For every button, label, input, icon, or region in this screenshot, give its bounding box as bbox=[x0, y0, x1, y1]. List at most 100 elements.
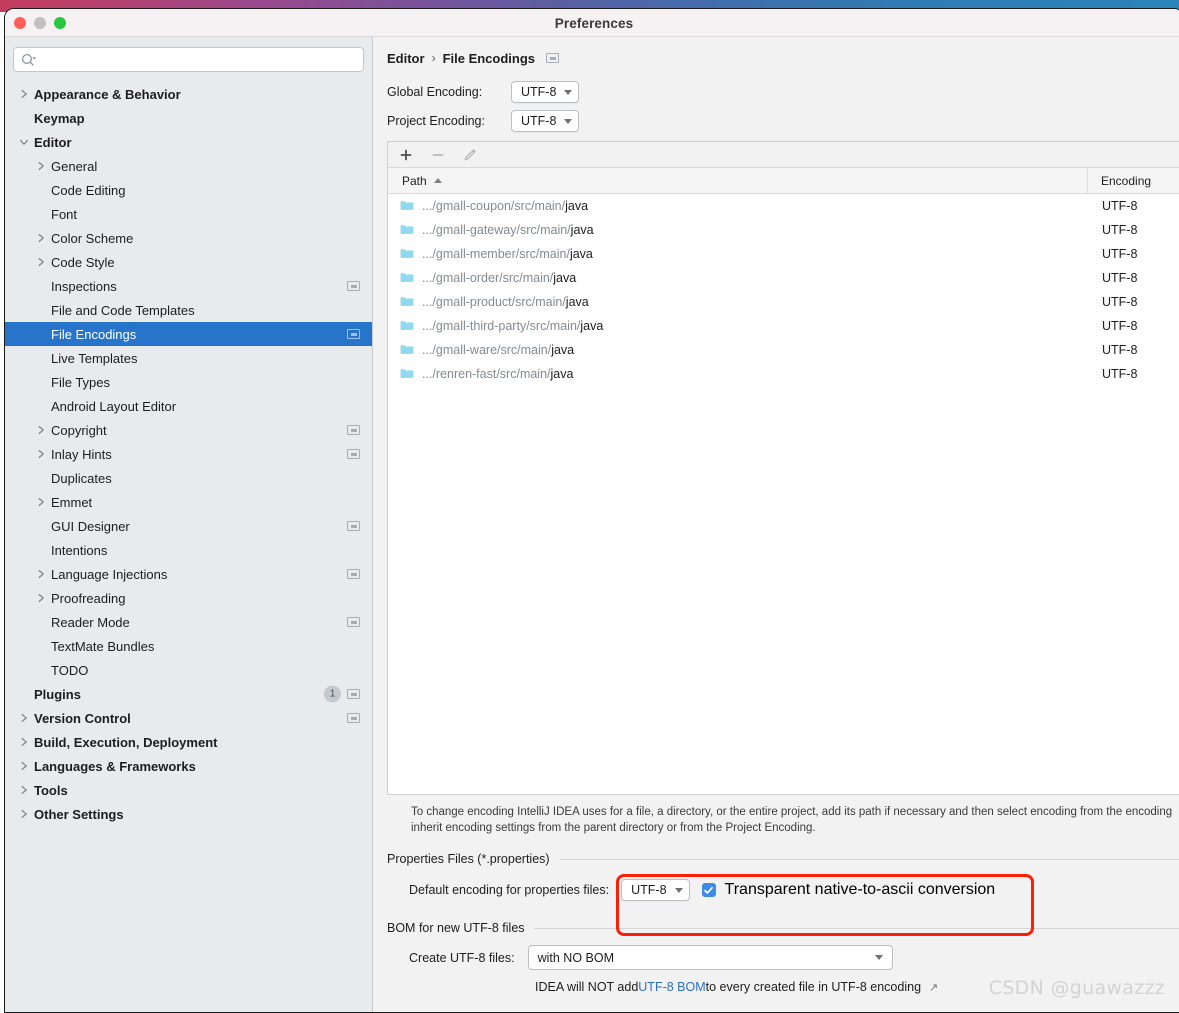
table-row[interactable]: .../gmall-member/src/main/java UTF-8 bbox=[388, 242, 1179, 266]
settings-sidebar[interactable]: Appearance & Behavior Keymap Editor General… bbox=[5, 37, 373, 1012]
sidebar-item-duplicates[interactable]: Duplicates bbox=[5, 466, 372, 490]
sidebar-item-build-execution-deployment[interactable]: Build, Execution, Deployment bbox=[5, 730, 372, 754]
chevron-right-icon[interactable] bbox=[16, 785, 32, 795]
chevron-down-icon bbox=[564, 89, 573, 95]
sidebar-item-label: File Types bbox=[51, 374, 111, 390]
transparent-native-to-ascii-checkbox-row[interactable]: Transparent native-to-ascii conversion bbox=[701, 881, 995, 899]
sidebar-item-label: General bbox=[51, 158, 98, 174]
sidebar-item-reader-mode[interactable]: Reader Mode bbox=[5, 610, 372, 634]
settings-tree[interactable]: Appearance & Behavior Keymap Editor General… bbox=[5, 82, 372, 826]
table-cell-encoding[interactable]: UTF-8 bbox=[1088, 223, 1137, 237]
project-level-settings-icon bbox=[546, 53, 560, 63]
chevron-right-icon[interactable] bbox=[16, 737, 32, 747]
chevron-right-icon[interactable] bbox=[33, 497, 49, 507]
sidebar-item-code-editing[interactable]: Code Editing bbox=[5, 178, 372, 202]
breadcrumb-parent[interactable]: Editor bbox=[387, 51, 425, 66]
search-input[interactable] bbox=[37, 48, 363, 71]
table-row[interactable]: .../gmall-product/src/main/java UTF-8 bbox=[388, 290, 1179, 314]
external-link-icon[interactable]: ↗ bbox=[929, 981, 938, 994]
sidebar-item-code-style[interactable]: Code Style bbox=[5, 250, 372, 274]
table-cell-encoding[interactable]: UTF-8 bbox=[1088, 271, 1137, 285]
default-properties-encoding-label: Default encoding for properties files: bbox=[409, 883, 610, 897]
sidebar-item-version-control[interactable]: Version Control bbox=[5, 706, 372, 730]
table-row[interactable]: .../gmall-coupon/src/main/java UTF-8 bbox=[388, 194, 1179, 218]
sidebar-item-live-templates[interactable]: Live Templates bbox=[5, 346, 372, 370]
edit-path-button[interactable] bbox=[461, 146, 479, 164]
chevron-right-icon[interactable] bbox=[33, 449, 49, 459]
maximize-window-button[interactable] bbox=[54, 16, 66, 29]
create-utf8-files-dropdown[interactable]: with NO BOM bbox=[527, 945, 893, 970]
sidebar-item-plugins[interactable]: Plugins 1 bbox=[5, 682, 372, 706]
column-header-encoding-label: Encoding bbox=[1101, 173, 1152, 188]
table-cell-encoding[interactable]: UTF-8 bbox=[1088, 319, 1137, 333]
sidebar-item-label: Intentions bbox=[51, 542, 108, 558]
chevron-right-icon[interactable] bbox=[16, 89, 32, 99]
column-header-encoding[interactable]: Encoding bbox=[1088, 174, 1151, 188]
table-cell-path-prefix: .../gmall-product/src/main/ bbox=[422, 295, 566, 309]
sidebar-item-other-settings[interactable]: Other Settings bbox=[5, 802, 372, 826]
sidebar-item-file-and-code-templates[interactable]: File and Code Templates bbox=[5, 298, 372, 322]
sidebar-item-font[interactable]: Font bbox=[5, 202, 372, 226]
chevron-right-icon[interactable] bbox=[33, 257, 49, 267]
table-cell-path-text: .../renren-fast/src/main/java bbox=[422, 367, 573, 381]
sidebar-item-languages-frameworks[interactable]: Languages & Frameworks bbox=[5, 754, 372, 778]
chevron-right-icon[interactable] bbox=[16, 761, 32, 771]
chevron-right-icon[interactable] bbox=[16, 713, 32, 723]
sidebar-item-appearance-behavior[interactable]: Appearance & Behavior bbox=[5, 82, 372, 106]
sidebar-item-todo[interactable]: TODO bbox=[5, 658, 372, 682]
default-properties-encoding-dropdown[interactable]: UTF-8 bbox=[621, 879, 690, 901]
sidebar-item-file-encodings[interactable]: File Encodings bbox=[5, 322, 372, 346]
sidebar-item-gui-designer[interactable]: GUI Designer bbox=[5, 514, 372, 538]
chevron-right-icon[interactable] bbox=[33, 161, 49, 171]
chevron-down-icon[interactable] bbox=[16, 138, 32, 147]
bom-note-link[interactable]: UTF-8 BOM bbox=[638, 980, 705, 994]
sidebar-item-language-injections[interactable]: Language Injections bbox=[5, 562, 372, 586]
checkbox-checked-icon[interactable] bbox=[701, 883, 716, 897]
sidebar-item-intentions[interactable]: Intentions bbox=[5, 538, 372, 562]
search-box[interactable] bbox=[13, 47, 364, 72]
sidebar-item-android-layout-editor[interactable]: Android Layout Editor bbox=[5, 394, 372, 418]
sidebar-item-general[interactable]: General bbox=[5, 154, 372, 178]
chevron-right-icon[interactable] bbox=[33, 593, 49, 603]
sidebar-item-copyright[interactable]: Copyright bbox=[5, 418, 372, 442]
add-path-button[interactable] bbox=[397, 146, 415, 164]
table-cell-encoding[interactable]: UTF-8 bbox=[1088, 343, 1137, 357]
table-cell-encoding[interactable]: UTF-8 bbox=[1088, 295, 1137, 309]
column-header-path[interactable]: Path bbox=[388, 168, 1088, 193]
bom-section-title: BOM for new UTF-8 files bbox=[387, 921, 525, 935]
minimize-window-button[interactable] bbox=[34, 16, 46, 29]
sidebar-item-color-scheme[interactable]: Color Scheme bbox=[5, 226, 372, 250]
sidebar-item-inspections[interactable]: Inspections bbox=[5, 274, 372, 298]
encodings-help-line-1: To change encoding IntelliJ IDEA uses fo… bbox=[411, 806, 1173, 818]
sidebar-item-editor[interactable]: Editor bbox=[5, 130, 372, 154]
sidebar-item-tools[interactable]: Tools bbox=[5, 778, 372, 802]
table-cell-encoding[interactable]: UTF-8 bbox=[1088, 199, 1137, 213]
table-row[interactable]: .../gmall-order/src/main/java UTF-8 bbox=[388, 266, 1179, 290]
sidebar-item-textmate-bundles[interactable]: TextMate Bundles bbox=[5, 634, 372, 658]
table-cell-encoding[interactable]: UTF-8 bbox=[1088, 247, 1137, 261]
sidebar-item-emmet[interactable]: Emmet bbox=[5, 490, 372, 514]
chevron-right-icon[interactable] bbox=[33, 233, 49, 243]
table-cell-encoding[interactable]: UTF-8 bbox=[1088, 367, 1137, 381]
project-encoding-dropdown[interactable]: UTF-8 bbox=[511, 110, 580, 132]
encodings-table-body[interactable]: .../gmall-coupon/src/main/java UTF-8 .../g… bbox=[388, 194, 1179, 386]
sidebar-item-file-types[interactable]: File Types bbox=[5, 370, 372, 394]
table-row[interactable]: .../gmall-gateway/src/main/java UTF-8 bbox=[388, 218, 1179, 242]
sidebar-item-label: Inlay Hints bbox=[51, 446, 112, 462]
chevron-right-icon[interactable] bbox=[33, 425, 49, 435]
table-row[interactable]: .../gmall-third-party/src/main/java UTF-8 bbox=[388, 314, 1179, 338]
remove-path-button[interactable] bbox=[429, 146, 447, 164]
default-properties-encoding-value: UTF-8 bbox=[631, 883, 667, 897]
sidebar-item-label: File and Code Templates bbox=[51, 302, 195, 318]
chevron-right-icon[interactable] bbox=[33, 569, 49, 579]
sidebar-item-inlay-hints[interactable]: Inlay Hints bbox=[5, 442, 372, 466]
table-cell-path-text: .../gmall-third-party/src/main/java bbox=[422, 319, 603, 333]
sidebar-item-keymap[interactable]: Keymap bbox=[5, 106, 372, 130]
sidebar-item-proofreading[interactable]: Proofreading bbox=[5, 586, 372, 610]
table-row[interactable]: .../renren-fast/src/main/java UTF-8 bbox=[388, 362, 1179, 386]
table-row[interactable]: .../gmall-ware/src/main/java UTF-8 bbox=[388, 338, 1179, 362]
table-cell-path-prefix: .../gmall-order/src/main/ bbox=[422, 271, 554, 285]
close-window-button[interactable] bbox=[14, 16, 26, 29]
chevron-right-icon[interactable] bbox=[16, 809, 32, 819]
global-encoding-dropdown[interactable]: UTF-8 bbox=[511, 81, 580, 103]
